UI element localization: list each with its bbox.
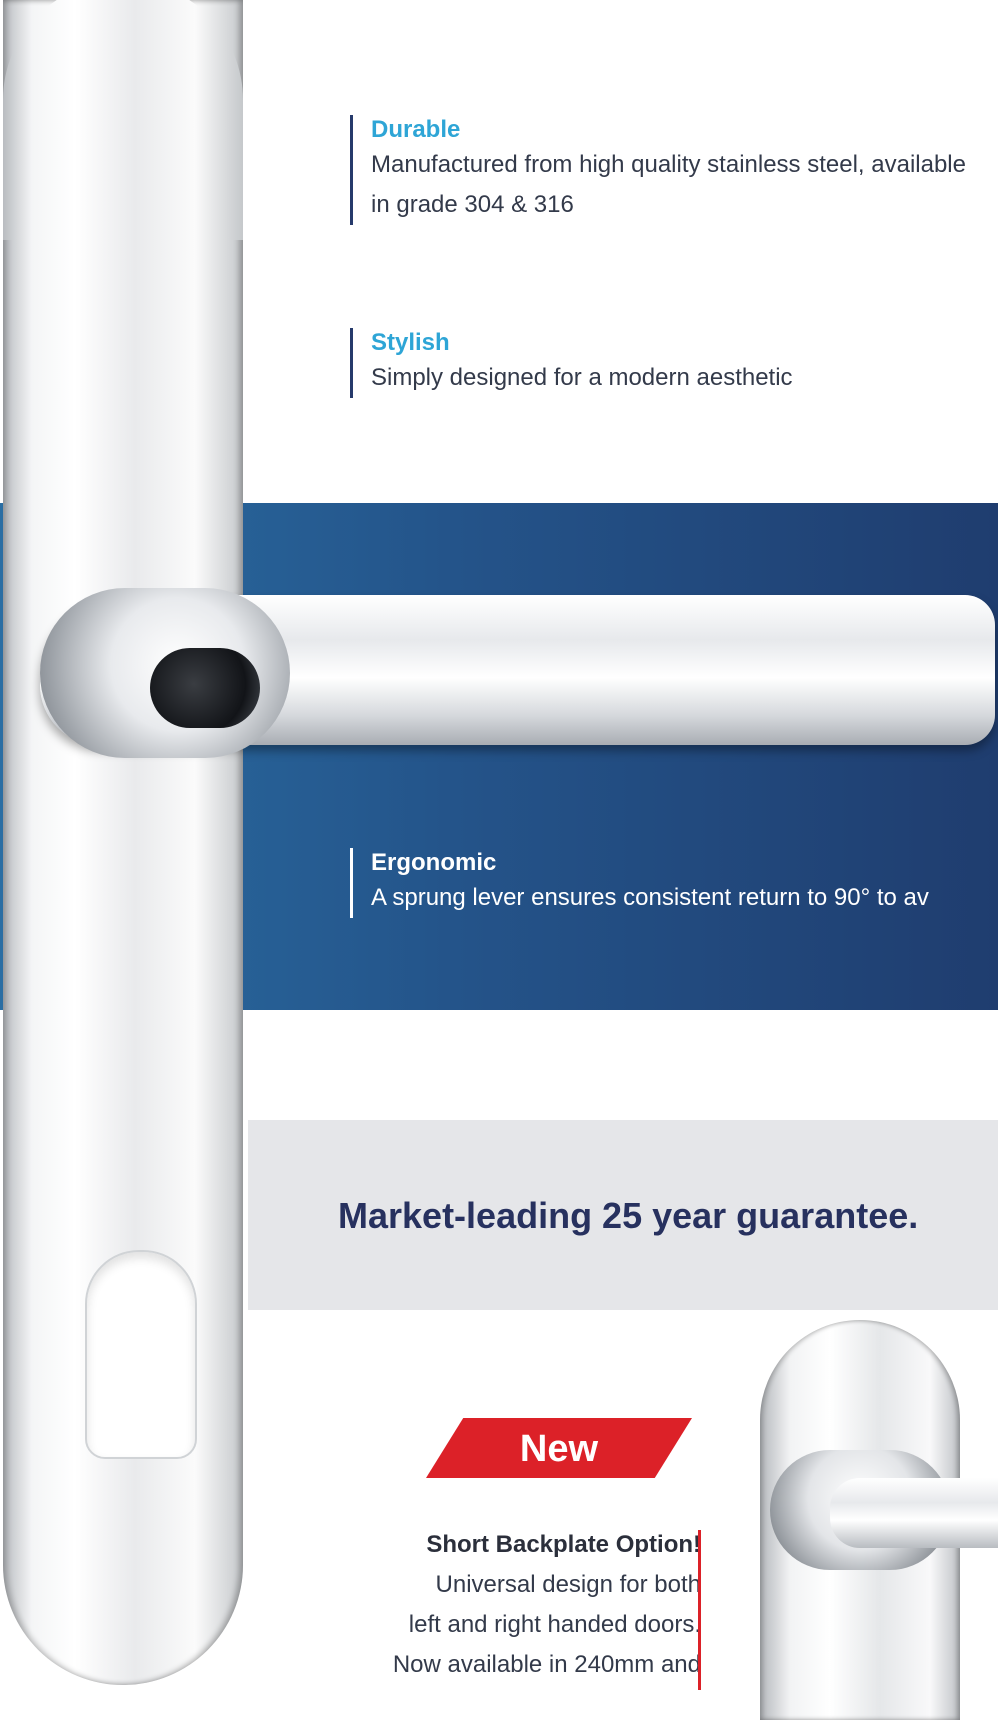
short-backplate-line: Now available in 240mm and	[392, 1651, 701, 1678]
guarantee-text: Market-leading 25 year guarantee.	[338, 1195, 919, 1236]
feature-stylish: Stylish Simply designed for a modern aes…	[350, 328, 793, 398]
feature-ergonomic: Ergonomic A sprung lever ensures consist…	[350, 848, 929, 918]
short-backplate-title: Short Backplate Option!	[426, 1531, 701, 1558]
short-backplate-line: Universal design for both	[435, 1571, 701, 1598]
feature-description: Manufactured from high quality stainless…	[371, 151, 966, 218]
feature-description: A sprung lever ensures consistent return…	[371, 884, 929, 911]
feature-description: Simply designed for a modern aesthetic	[371, 364, 793, 391]
feature-title: Ergonomic	[371, 849, 497, 876]
red-divider	[698, 1530, 701, 1690]
feature-title: Durable	[371, 116, 461, 143]
short-backplate-lever	[830, 1478, 998, 1548]
new-badge: New	[426, 1418, 692, 1478]
new-badge-label: New	[519, 1428, 599, 1470]
guarantee-band: Market-leading 25 year guarantee.	[248, 1120, 998, 1310]
euro-cylinder-keyhole	[85, 1250, 197, 1459]
door-handle-backplate-image	[3, 0, 243, 1685]
door-handle-rose-shadow	[150, 648, 260, 728]
short-backplate-text: Short Backplate Option! Universal design…	[393, 1525, 701, 1685]
short-backplate-line: left and right handed doors.	[408, 1611, 701, 1638]
feature-title: Stylish	[371, 329, 450, 356]
feature-durable: Durable Manufactured from high quality s…	[350, 115, 971, 225]
backplate-top	[3, 0, 243, 240]
